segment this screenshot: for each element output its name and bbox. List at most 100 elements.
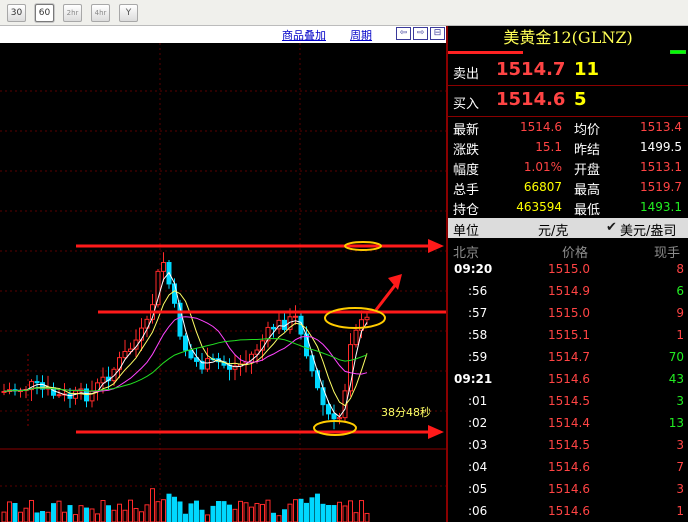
candle-body: [304, 333, 309, 357]
stat-label: 最低: [574, 203, 601, 218]
volume-bar: [342, 505, 348, 522]
chart-canvas: [0, 43, 446, 522]
candlestick-chart[interactable]: 商品叠加 周期 ⇦ ⇨ ⊟ 38分48秒: [0, 26, 446, 522]
ticks-price-header: 价格: [562, 246, 589, 261]
period-60-button[interactable]: 60: [35, 4, 54, 22]
tick-price: 1515.0: [548, 306, 590, 320]
stat-label: 昨结: [574, 143, 601, 158]
volume-bar: [227, 504, 232, 522]
period-2hr-button[interactable]: 2hr: [63, 4, 82, 22]
volume-bar: [161, 499, 166, 522]
candle-body: [326, 404, 331, 415]
stat-label: 涨跌: [453, 143, 480, 158]
volume-bar: [78, 505, 84, 522]
volume-bar: [359, 500, 364, 522]
stat-value: 1514.6: [520, 120, 562, 134]
chart-header: 商品叠加 周期 ⇦ ⇨ ⊟: [0, 26, 446, 43]
candle-body: [205, 358, 210, 370]
title-indicator-bar: [448, 50, 688, 55]
candle-body: [56, 394, 62, 397]
overlay-link[interactable]: 商品叠加: [282, 27, 326, 43]
tick-time: 09:21: [454, 372, 493, 386]
title-red-bar: [448, 51, 523, 54]
candle-body: [364, 316, 370, 321]
tick-time: :04: [468, 460, 488, 474]
candle-body: [188, 349, 194, 359]
up-arrow-shaft: [374, 283, 398, 311]
tick-price: 1514.6: [548, 504, 590, 518]
volume-bar: [29, 499, 34, 522]
stat-label: 总手: [453, 183, 480, 198]
tick-time: :02: [468, 416, 488, 430]
volume-bar: [216, 501, 221, 522]
unit-currency-option[interactable]: 美元/盎司: [620, 220, 676, 239]
tick-price: 1514.7: [548, 350, 590, 364]
volume-bar: [199, 509, 205, 522]
period-link[interactable]: 周期: [350, 27, 372, 43]
period-year-button[interactable]: Y: [119, 4, 138, 22]
volume-bar: [271, 512, 276, 522]
collapse-button[interactable]: ⊟: [430, 27, 445, 40]
volume-bar: [73, 514, 78, 522]
volume-bar: [166, 493, 172, 522]
ticks-volume-header: 现手: [654, 246, 681, 261]
stat-label: 开盘: [574, 163, 601, 178]
tick-volume: 1: [676, 328, 684, 342]
tick-price: 1514.6: [548, 482, 590, 496]
volume-bar: [309, 497, 315, 522]
candle-body: [183, 335, 188, 351]
candle-body: [315, 370, 320, 389]
volume-bar: [194, 500, 199, 522]
tick-volume: 9: [676, 306, 684, 320]
stat-label: 均价: [574, 123, 601, 138]
volume-bar: [265, 499, 271, 522]
period-4hr-button[interactable]: 4hr: [91, 4, 110, 22]
volume-bar: [232, 508, 238, 522]
volume-bar: [1, 511, 7, 522]
chart-grid: [0, 43, 446, 522]
volume-bar: [293, 499, 298, 522]
volume-bar: [282, 509, 287, 522]
unit-label: 单位: [453, 224, 480, 239]
candle-body: [100, 376, 106, 384]
unit-weight-option[interactable]: 元/克: [538, 220, 568, 239]
tick-volume: 3: [676, 394, 684, 408]
scroll-right-button[interactable]: ⇨: [413, 27, 428, 40]
stat-value: 1.01%: [523, 160, 562, 174]
stat-value: 1513.1: [640, 160, 682, 174]
instrument-title: 美黄金12(GLNZ): [503, 28, 633, 47]
volume-bar: [34, 512, 40, 522]
tick-volume: 6: [676, 284, 684, 298]
title-green-bar: [670, 50, 686, 54]
scroll-left-button[interactable]: ⇦: [396, 27, 411, 40]
volume-bar: [276, 515, 282, 522]
stat-value: 1499.5: [640, 140, 682, 154]
unit-bar: 单位 元/克 ✔ 美元/盎司: [448, 218, 688, 239]
volume-bar: [51, 503, 56, 522]
period-30-button[interactable]: 30: [7, 4, 26, 22]
volume-bar: [106, 505, 111, 522]
candle-body: [34, 381, 40, 384]
volume-bar: [260, 503, 265, 522]
volume-bar: [364, 512, 370, 522]
volume-bar: [12, 502, 18, 522]
volume-bar: [210, 505, 216, 522]
volume-bar: [62, 511, 67, 522]
period-toolbar: 30 60 2hr 4hr Y: [0, 0, 688, 26]
tick-time: 09:20: [454, 262, 493, 276]
candle-body: [271, 326, 276, 330]
tick-volume: 3: [676, 482, 684, 496]
tick-time: :59: [468, 350, 488, 364]
candle-body: [337, 417, 342, 420]
volume-bar: [84, 507, 89, 522]
candle-body: [122, 350, 128, 359]
tick-price: 1514.4: [548, 416, 590, 430]
buy-price: 1514.6: [496, 89, 566, 110]
tick-price: 1514.5: [548, 394, 590, 408]
tick-volume: 43: [668, 372, 684, 386]
tick-price: 1515.0: [548, 262, 590, 276]
tick-volume: 3: [676, 438, 684, 452]
volume-bar: [67, 505, 73, 522]
volume-bar: [304, 502, 309, 522]
volume-bar: [40, 511, 45, 522]
